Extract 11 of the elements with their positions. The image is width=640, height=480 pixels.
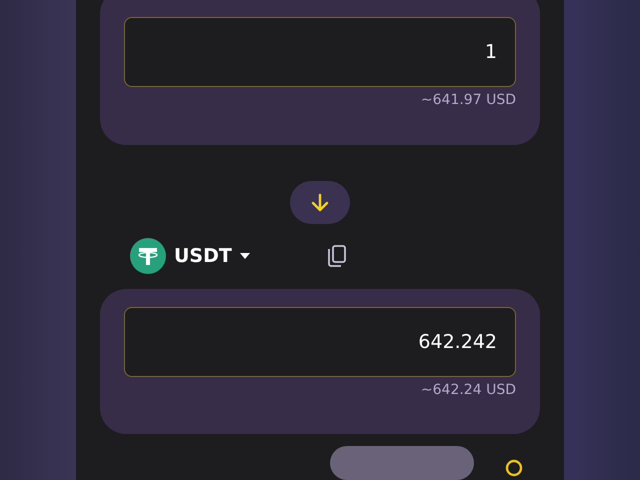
amount-field[interactable]: 642.242 [124, 306, 516, 377]
swap-button[interactable] [290, 181, 350, 224]
usd-value: ~642.24 USD [420, 382, 516, 398]
usd-value: ~641.97 USD [420, 92, 516, 108]
pill-button[interactable] [330, 446, 474, 480]
copy-icon[interactable] [326, 244, 348, 268]
amount-field[interactable]: 1 [124, 17, 516, 87]
token-selector[interactable]: USDT [130, 238, 250, 274]
caret-icon [240, 253, 250, 260]
tether-icon [130, 238, 166, 274]
arrow-down-icon [309, 192, 331, 214]
